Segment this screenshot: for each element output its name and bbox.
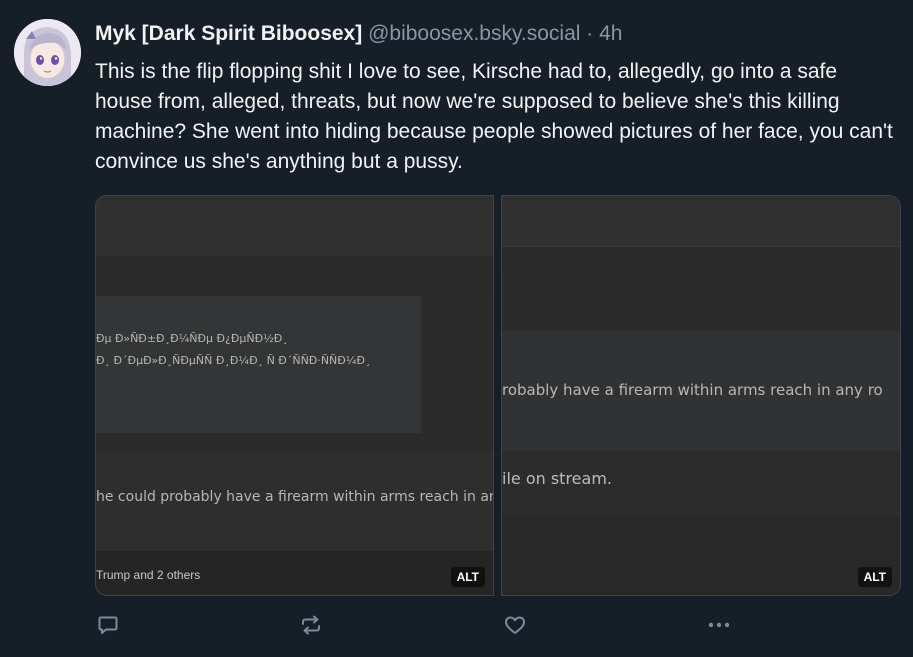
garbled-text-line: Ð¸ Ð´ÐµÐ»Ð¸ÑÐµÑÑ Ð¸Ð¼Ð¸ Ñ Ð´ÑÑÐ·ÑÑÐ¼Ð¸	[96, 354, 371, 367]
separator: ·	[586, 22, 594, 45]
author-handle[interactable]: @biboosex.bsky.social	[368, 22, 580, 45]
author-name[interactable]: Myk [Dark Spirit Biboosex]	[95, 22, 362, 45]
post-time[interactable]: 4h	[599, 22, 622, 45]
reply-button[interactable]	[93, 610, 123, 640]
screenshot-band	[96, 196, 493, 256]
screenshot-band	[502, 246, 900, 269]
avatar-image	[14, 19, 81, 86]
repost-button[interactable]	[296, 610, 326, 640]
garbled-text-line: Ðµ Ð»ÑÐ±Ð¸Ð¼ÑÐµ Ð¿ÐµÑÐ½Ð¸	[96, 332, 288, 345]
image-caption-secondary: ile on stream.	[502, 469, 612, 488]
like-icon	[505, 616, 525, 634]
screenshot-band	[502, 516, 900, 595]
alt-badge[interactable]: ALT	[857, 567, 892, 587]
image-caption: robably have a firearm within arms reach…	[502, 381, 883, 399]
more-icon	[708, 622, 730, 628]
post-image-2[interactable]: robably have a firearm within arms reach…	[501, 195, 901, 596]
image-footer-text: Trump and 2 others	[96, 568, 201, 582]
more-options-button[interactable]	[704, 610, 734, 640]
reply-icon	[98, 616, 118, 634]
post-image-1[interactable]: Ðµ Ð»ÑÐ±Ð¸Ð¼ÑÐµ Ð¿ÐµÑÐ½Ð¸ Ð¸ Ð´ÐµÐ»Ð¸ÑÐµ…	[95, 195, 494, 596]
screenshot-band	[502, 196, 900, 246]
screenshot-band	[96, 256, 493, 296]
repost-icon	[302, 615, 320, 635]
alt-badge[interactable]: ALT	[450, 567, 485, 587]
post-header: Myk [Dark Spirit Biboosex] @biboosex.bsk…	[95, 20, 622, 48]
avatar[interactable]	[14, 19, 81, 86]
image-caption: he could probably have a firearm within …	[96, 489, 494, 505]
post-text: This is the flip flopping shit I love to…	[95, 60, 893, 173]
like-button[interactable]	[500, 610, 530, 640]
post-actions	[0, 610, 913, 640]
